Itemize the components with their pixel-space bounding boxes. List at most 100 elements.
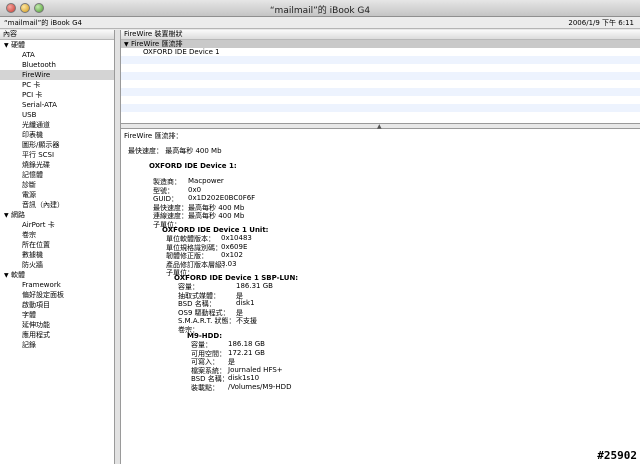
sidebar-item[interactable]: 應用程式 [0,330,114,340]
property-value: 0x102 [221,251,243,260]
sidebar-item[interactable]: Bluetooth [0,60,114,70]
volume-title: M9-HDD: [187,332,223,340]
sidebar-item[interactable]: USB [0,110,114,120]
property-value: disk1 [236,299,255,308]
empty-row [121,56,640,64]
property-key: 裝載點： [191,384,219,392]
sidebar-item[interactable]: 記憶體 [0,170,114,180]
sidebar-item-label: Framework [22,281,61,289]
device-bus-label: FireWire 匯流排 [131,40,183,48]
sidebar-item-label: Serial-ATA [22,101,57,109]
watermark: #25902 [597,449,637,462]
device-tree-rows: ▼ FireWire 匯流排 OXFORD IDE Device 1 [121,40,640,120]
property-value: Journaled HFS+ [228,365,283,374]
machine-name: “mailmail”的 iBook G4 [4,19,82,27]
sidebar-item[interactable]: Serial-ATA [0,100,114,110]
window-title: “mailmail”的 iBook G4 [269,6,371,16]
sidebar-item[interactable]: PCI 卡 [0,90,114,100]
sidebar-item[interactable]: 圖形/顯示器 [0,140,114,150]
sidebar-item[interactable]: 電源 [0,190,114,200]
sidebar-item-label: 防火牆 [22,261,43,269]
sidebar-item-label: FireWire [22,71,51,79]
sidebar-item-label: 電源 [22,191,36,199]
device-tree-pane: FireWire 裝置樹狀 ▼ FireWire 匯流排 OXFORD IDE D… [121,30,640,123]
device-item-row[interactable]: OXFORD IDE Device 1 [121,48,640,56]
sidebar-item-label: 診斷 [22,181,36,189]
property-value: 172.21 GB [228,348,265,357]
property-value: 3.03 [221,259,237,268]
property-value: 0x10483 [221,234,252,242]
sidebar-item[interactable]: 平行 SCSI [0,150,114,160]
property-value: 不支援 [236,317,257,326]
disclosure-triangle-icon[interactable]: ▼ [4,271,11,281]
sidebar-item-label: 光纖通道 [22,121,50,129]
sidebar-item-label: 字體 [22,311,36,319]
sidebar-category[interactable]: ▼ 硬體 [0,40,114,50]
sidebar-item-label: 硬體 [11,41,25,49]
property-value: /Volumes/M9-HDD [228,383,292,391]
sidebar-category[interactable]: ▼ 軟體 [0,270,114,280]
info-bar: “mailmail”的 iBook G4 2006/1/9 下午 6:11 [0,17,640,29]
sidebar-item-label: 啟動項目 [22,301,50,309]
sidebar-item-label: 記憶體 [22,171,43,179]
unit-title: OXFORD IDE Device 1 Unit: [162,226,269,234]
sidebar-item-label: 圖形/顯示器 [22,141,60,149]
bus-title: FireWire 匯流排： [124,132,183,140]
sidebar-item[interactable]: 燒錄光碟 [0,160,114,170]
sidebar-item[interactable]: Framework [0,280,114,290]
sidebar-item[interactable]: 字體 [0,310,114,320]
sidebar-item-label: 應用程式 [22,331,50,339]
sidebar-item-label: USB [22,111,37,119]
contents-sidebar: 內容 ▼ 硬體 ATA Bluetooth FireWire PC 卡 PCI 卡 Seria… [0,30,115,464]
device-title: OXFORD IDE Device 1: [149,162,237,170]
sidebar-item-label: 數據機 [22,251,43,259]
window-titlebar[interactable]: “mailmail”的 iBook G4 [0,0,640,17]
sidebar-item[interactable]: 延伸功能 [0,320,114,330]
sidebar-item-label: ATA [22,51,35,59]
sidebar-item[interactable]: PC 卡 [0,80,114,90]
sidebar-item[interactable]: 卷宗 [0,230,114,240]
sidebar-item-label: 平行 SCSI [22,151,55,159]
sidebar-item-label: 卷宗 [22,231,36,239]
property-value: Macpower [188,177,224,185]
sidebar-item[interactable]: AirPort 卡 [0,220,114,230]
sidebar-item[interactable]: 診斷 [0,180,114,190]
device-bus-row[interactable]: ▼ FireWire 匯流排 [121,40,640,48]
sidebar-item-label: 燒錄光碟 [22,161,50,169]
device-tree-header: FireWire 裝置樹狀 [121,30,640,40]
lun-title: OXFORD IDE Device 1 SBP-LUN: [174,274,299,282]
sidebar-item[interactable]: 音訊（內建） [0,200,114,210]
sidebar-item-label: 軟體 [11,271,25,279]
sidebar-item[interactable]: 光纖通道 [0,120,114,130]
sidebar-item-label: Bluetooth [22,61,56,69]
sidebar-item-label: 所在位置 [22,241,50,249]
sidebar-item-label: 音訊（內建） [22,201,64,209]
sidebar-item[interactable]: FireWire [0,70,114,80]
sidebar-item[interactable]: 啟動項目 [0,300,114,310]
sidebar-item-label: 延伸功能 [22,321,50,329]
empty-row [121,88,640,96]
empty-row [121,96,640,104]
empty-row [121,64,640,72]
sidebar-item[interactable]: 印表機 [0,130,114,140]
sidebar-item[interactable]: ATA [0,50,114,60]
empty-row [121,72,640,80]
sidebar-item[interactable]: 偏好設定面板 [0,290,114,300]
sidebar-item-label: AirPort 卡 [22,221,55,229]
sidebar-item[interactable]: 防火牆 [0,260,114,270]
sidebar-item[interactable]: 記錄 [0,340,114,350]
sidebar-item[interactable]: 數據機 [0,250,114,260]
property-value: 0x0 [188,185,202,194]
sidebar-item[interactable]: 所在位置 [0,240,114,250]
empty-row [121,104,640,112]
report-datetime: 2006/1/9 下午 6:11 [568,19,634,27]
sidebar-item-label: 印表機 [22,131,43,139]
sidebar-category[interactable]: ▼ 網路 [0,210,114,220]
sidebar-item-label: 偏好設定面板 [22,291,64,299]
disclosure-triangle-icon[interactable]: ▼ [4,41,11,51]
sidebar-item-label: 網路 [11,211,25,219]
disclosure-triangle-icon[interactable]: ▼ [4,211,11,221]
empty-row [121,80,640,88]
disclosure-triangle-icon[interactable]: ▼ [124,41,131,49]
property-value: disk1s10 [228,374,260,383]
